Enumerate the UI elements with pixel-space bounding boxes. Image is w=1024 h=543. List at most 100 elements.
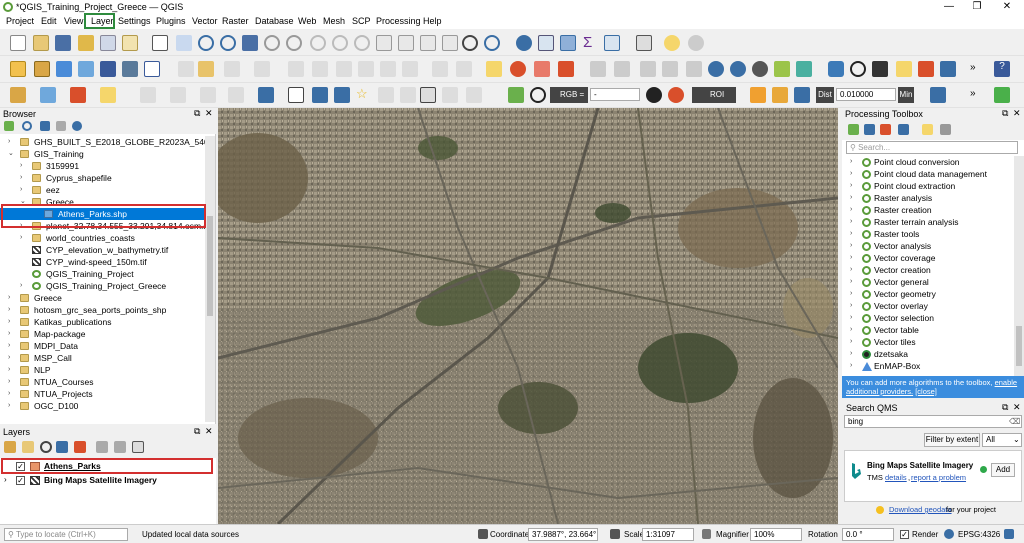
browser-item[interactable]: › world_countries_coasts	[0, 232, 205, 244]
style-manager-icon[interactable]	[122, 35, 138, 51]
scp-classification-icon[interactable]	[668, 87, 684, 103]
processing-search-input[interactable]: ⚲ Search...	[846, 141, 1018, 154]
new-3d-view-icon[interactable]	[398, 35, 414, 51]
algorithm-group[interactable]: › Raster creation	[842, 204, 1014, 216]
deselect-icon[interactable]	[334, 87, 350, 103]
layer-item-bing[interactable]: › ✓ Bing Maps Satellite Imagery	[0, 474, 216, 487]
chevron-right-icon[interactable]: ›	[850, 252, 852, 264]
browser-item[interactable]: › Katikas_publications	[0, 316, 205, 328]
minimize-button[interactable]: —	[934, 0, 964, 14]
advanced-digitizing-icon[interactable]	[170, 87, 186, 103]
chevron-right-icon[interactable]: ›	[850, 324, 852, 336]
collapse-layers-icon[interactable]	[114, 441, 126, 453]
algorithm-group[interactable]: › Vector selection	[842, 312, 1014, 324]
delete-selected-icon[interactable]	[336, 61, 352, 77]
chevron-right-icon[interactable]: ›	[850, 264, 852, 276]
chevron-right-icon[interactable]: ›	[8, 136, 16, 148]
tools-icon[interactable]	[872, 61, 888, 77]
paste-features-icon[interactable]	[402, 61, 418, 77]
show-bookmarks-icon[interactable]	[442, 35, 458, 51]
text-annotation-icon[interactable]	[420, 87, 436, 103]
zoom-native-icon[interactable]	[310, 35, 326, 51]
zoom-next-icon[interactable]	[354, 35, 370, 51]
star-icon[interactable]: ☆	[356, 87, 372, 103]
algorithm-group[interactable]: › Raster terrain analysis	[842, 216, 1014, 228]
scp-dock-icon[interactable]	[730, 61, 746, 77]
algorithm-group[interactable]: › Vector overlay	[842, 300, 1014, 312]
browser-item[interactable]: › NTUA_Projects	[0, 388, 205, 400]
maximize-button[interactable]: ❐	[962, 0, 992, 14]
reshape-icon[interactable]	[200, 87, 216, 103]
menu-help[interactable]: Help	[423, 16, 442, 26]
label-abc-icon[interactable]	[486, 61, 502, 77]
browser-scrollbar[interactable]	[205, 136, 215, 422]
chevron-right-icon[interactable]: ›	[850, 336, 852, 348]
georeferencer-icon[interactable]	[918, 61, 934, 77]
move-label-icon[interactable]	[640, 61, 656, 77]
add-layer-icon[interactable]	[34, 61, 50, 77]
spatial-bookmark-icon[interactable]	[420, 35, 436, 51]
properties-icon[interactable]	[72, 121, 82, 131]
algorithm-group[interactable]: › Raster tools	[842, 228, 1014, 240]
qms-details-link[interactable]: details	[885, 473, 907, 482]
scp-edit-icon[interactable]	[750, 87, 766, 103]
algorithm-group[interactable]: › Vector creation	[842, 264, 1014, 276]
browser-item[interactable]: › Cyprus_shapefile	[0, 172, 205, 184]
locator-input[interactable]: ⚲ Type to locate (Ctrl+K)	[4, 528, 128, 541]
open-project-icon[interactable]	[33, 35, 49, 51]
save-edits-icon[interactable]	[224, 61, 240, 77]
algorithm-group[interactable]: › Vector general	[842, 276, 1014, 288]
processing-float-icon[interactable]: ⧉	[1002, 108, 1008, 119]
diagram-icon[interactable]	[686, 61, 702, 77]
chevron-right-icon[interactable]: ›	[850, 168, 852, 180]
measure-area-icon[interactable]	[400, 87, 416, 103]
zoom-out-icon[interactable]	[220, 35, 236, 51]
close-notice-link[interactable]: [close]	[915, 387, 937, 396]
new-project-icon[interactable]	[10, 35, 26, 51]
menu-edit[interactable]: Edit	[41, 16, 57, 26]
scp-green-icon[interactable]	[994, 87, 1010, 103]
expand-layer-icon[interactable]: ›	[4, 475, 7, 484]
python-console-icon[interactable]	[828, 61, 844, 77]
layers-float-icon[interactable]: ⧉	[194, 426, 200, 437]
browser-item[interactable]: ⌄ GIS_Training	[0, 148, 205, 160]
browser-item[interactable]: CYP_wind-speed_150m.tif	[0, 256, 205, 268]
expand-all-icon[interactable]	[96, 441, 108, 453]
dist-field[interactable]: 0.010000	[836, 88, 896, 101]
map-canvas[interactable]	[218, 108, 838, 524]
plugin-icon[interactable]	[896, 61, 912, 77]
messages-icon[interactable]	[1004, 529, 1014, 539]
menu-raster[interactable]: Raster	[222, 16, 249, 26]
pan-to-selection-icon[interactable]	[176, 35, 192, 51]
algorithm-group[interactable]: › EnMAP-Box	[842, 360, 1014, 372]
browser-item[interactable]: › OGC_D100	[0, 400, 205, 412]
chevron-right-icon[interactable]: ›	[20, 184, 28, 196]
zoom-in-icon[interactable]	[198, 35, 214, 51]
scp-icon[interactable]	[708, 61, 724, 77]
close-button[interactable]: ✕	[992, 0, 1022, 14]
coordinate-toggle-icon[interactable]	[478, 529, 488, 539]
browser-item[interactable]: › NLP	[0, 364, 205, 376]
chevron-right-icon[interactable]: ›	[8, 388, 16, 400]
processing-scrollbar[interactable]	[1014, 156, 1024, 376]
toggle-editing-icon[interactable]	[198, 61, 214, 77]
menu-mesh[interactable]: Mesh	[323, 16, 345, 26]
algorithm-group[interactable]: › Vector coverage	[842, 252, 1014, 264]
chevron-right-icon[interactable]: ›	[8, 352, 16, 364]
annotation-icon[interactable]	[636, 35, 652, 51]
new-map-view-icon[interactable]	[376, 35, 392, 51]
chevron-right-icon[interactable]: ›	[8, 304, 16, 316]
float-panel-icon[interactable]: ⧉	[194, 108, 200, 119]
qms-search-input[interactable]: bing ⌫	[844, 415, 1022, 428]
layer-visibility-checkbox[interactable]: ✓	[16, 476, 25, 485]
algorithm-group[interactable]: › Vector table	[842, 324, 1014, 336]
select-features-icon[interactable]	[288, 87, 304, 103]
statistics-sum-icon[interactable]: Σ	[583, 34, 592, 51]
filter-browser-icon[interactable]	[40, 121, 50, 131]
chevron-right-icon[interactable]: ›	[8, 376, 16, 388]
processing-close-icon[interactable]: ✕	[1013, 108, 1021, 119]
digitizing-icon[interactable]	[140, 87, 156, 103]
layer-labeling-icon[interactable]	[510, 61, 526, 77]
browser-item[interactable]: › eez	[0, 184, 205, 196]
chevron-right-icon[interactable]: ›	[8, 328, 16, 340]
